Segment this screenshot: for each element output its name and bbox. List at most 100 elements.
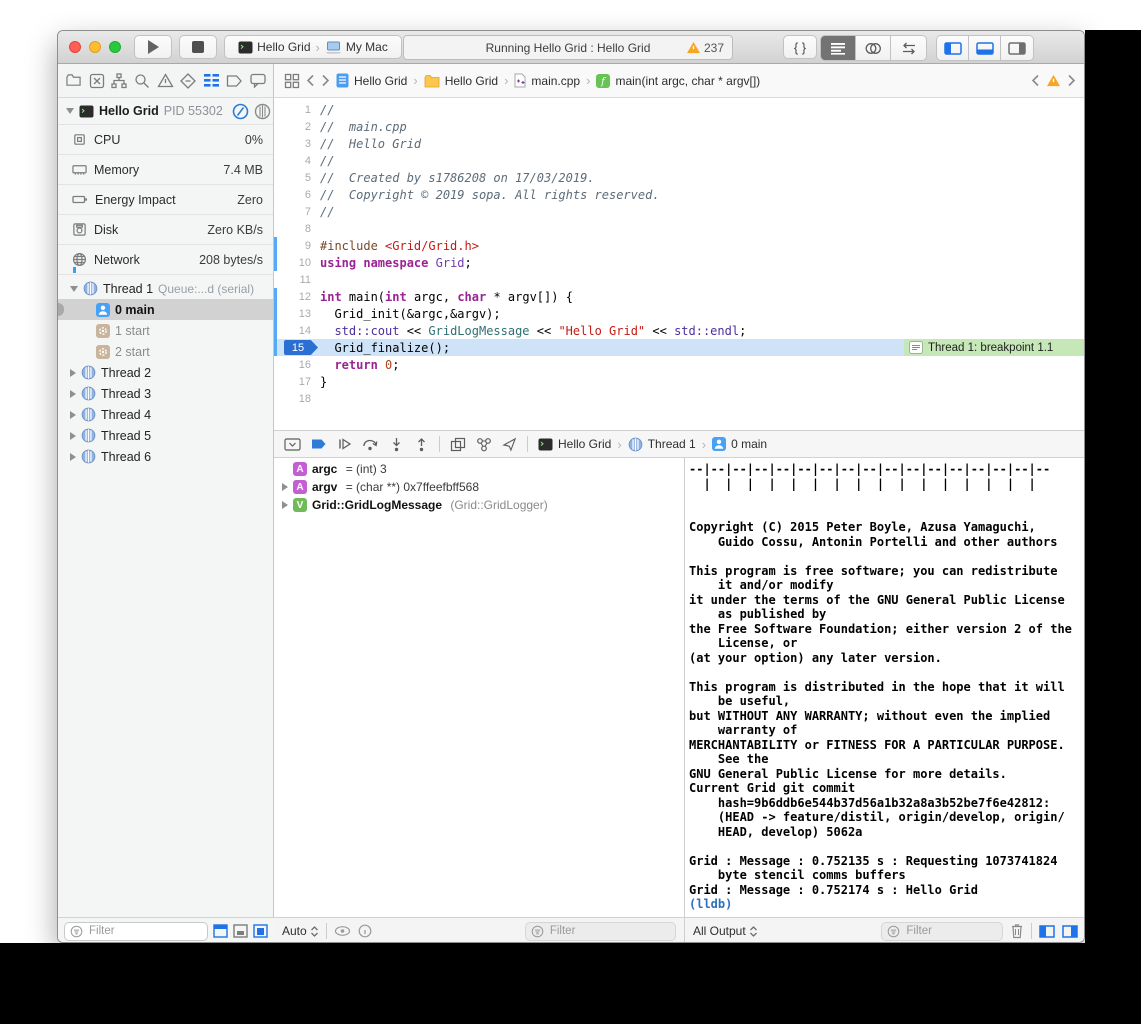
line-gutter[interactable]: 8 xyxy=(274,220,320,237)
stack-frame-row[interactable]: 1 start xyxy=(58,320,273,341)
disclosure-triangle-icon[interactable] xyxy=(66,108,74,114)
continue-icon[interactable] xyxy=(337,437,352,451)
line-number[interactable]: 14 xyxy=(299,325,311,337)
code-line[interactable]: 5// Created by s1786208 on 17/03/2019. xyxy=(274,169,1085,186)
line-gutter[interactable]: 10 xyxy=(274,254,320,271)
back-icon[interactable] xyxy=(306,74,315,87)
quick-look-icon[interactable] xyxy=(334,925,351,937)
window-close-button[interactable] xyxy=(69,41,81,53)
line-gutter[interactable]: 17 xyxy=(274,373,320,390)
line-number[interactable]: 1 xyxy=(305,104,311,116)
symbol-navigator-icon[interactable] xyxy=(111,73,127,89)
source-control-navigator-icon[interactable] xyxy=(89,73,105,89)
filter-input[interactable] xyxy=(548,924,670,938)
line-number[interactable]: 17 xyxy=(299,376,311,388)
scheme-project-label[interactable]: Hello Grid xyxy=(257,40,310,54)
related-items-icon[interactable] xyxy=(284,73,300,89)
gauge-memory[interactable]: Memory7.4 MB xyxy=(58,155,273,185)
line-number[interactable]: 16 xyxy=(299,359,311,371)
show-interesting-frames-toggle[interactable] xyxy=(253,924,268,938)
breadcrumb-item[interactable]: Hello Grid xyxy=(558,437,611,451)
breakpoints-toggle-icon[interactable] xyxy=(311,438,327,450)
disclosure-triangle-icon[interactable] xyxy=(70,390,76,398)
disclosure-triangle-icon[interactable] xyxy=(70,411,76,419)
line-number[interactable]: 6 xyxy=(305,189,311,201)
process-row[interactable]: Hello Grid PID 55302 xyxy=(58,98,273,125)
gauge-energy[interactable]: Energy ImpactZero xyxy=(58,185,273,215)
variables-filter-field[interactable] xyxy=(525,922,676,941)
print-description-icon[interactable] xyxy=(358,924,372,938)
breakpoint-annotation[interactable]: Thread 1: breakpoint 1.1 xyxy=(904,339,1085,356)
forward-icon[interactable] xyxy=(321,74,330,87)
show-running-blocks-toggle[interactable] xyxy=(213,924,228,938)
code-line[interactable]: 6// Copyright © 2019 sopa. All rights re… xyxy=(274,186,1085,203)
line-gutter[interactable]: 6 xyxy=(274,186,320,203)
standard-editor-button[interactable] xyxy=(821,36,856,60)
clear-console-icon[interactable] xyxy=(1010,923,1024,939)
code-line[interactable]: 1// xyxy=(274,101,1085,118)
code-line[interactable]: 12int main(int argc, char * argv[]) { xyxy=(274,288,1085,305)
breakpoint-navigator-icon[interactable] xyxy=(226,74,243,88)
code-line[interactable]: 18 xyxy=(274,390,1085,407)
scheme-target-label[interactable]: My Mac xyxy=(346,40,388,54)
code-line[interactable]: 3// Hello Grid xyxy=(274,135,1085,152)
console-filter-field[interactable] xyxy=(881,922,1003,941)
code-line[interactable]: 9#include <Grid/Grid.h> xyxy=(274,237,1085,254)
line-number[interactable]: 9 xyxy=(305,240,311,252)
line-number[interactable]: 13 xyxy=(299,308,311,320)
line-gutter[interactable]: 4 xyxy=(274,152,320,169)
thread-row[interactable]: Thread 3 xyxy=(58,383,273,404)
breakpoint-badge[interactable]: 15 xyxy=(284,340,318,355)
issue-warning-icon[interactable] xyxy=(1046,74,1061,87)
breadcrumb-item[interactable]: Hello Grid xyxy=(354,74,407,88)
line-gutter[interactable]: 12 xyxy=(274,288,320,305)
next-issue-icon[interactable] xyxy=(1067,74,1076,87)
window-zoom-button[interactable] xyxy=(109,41,121,53)
code-line[interactable]: 10using namespace Grid; xyxy=(274,254,1085,271)
code-line[interactable]: 11 xyxy=(274,271,1085,288)
line-number[interactable]: 4 xyxy=(305,155,311,167)
toggle-debug-area-button[interactable] xyxy=(969,36,1001,60)
disclosure-triangle-icon[interactable] xyxy=(70,369,76,377)
code-line[interactable]: 4// xyxy=(274,152,1085,169)
run-button[interactable] xyxy=(134,35,172,59)
show-variables-view-toggle[interactable] xyxy=(1039,925,1055,938)
breadcrumb-item[interactable]: 0 main xyxy=(731,437,767,451)
breadcrumb-item[interactable]: main.cpp xyxy=(531,74,580,88)
thread-row[interactable]: Thread 1Queue:...d (serial) xyxy=(58,278,273,299)
thread-row[interactable]: Thread 4 xyxy=(58,404,273,425)
line-gutter[interactable]: 11 xyxy=(274,271,320,288)
line-gutter[interactable]: 5 xyxy=(274,169,320,186)
line-gutter[interactable]: 3 xyxy=(274,135,320,152)
console-output-popup[interactable]: All Output xyxy=(693,924,758,938)
find-navigator-icon[interactable] xyxy=(134,73,150,89)
assistant-editor-button[interactable] xyxy=(856,36,891,60)
disclosure-triangle-icon[interactable] xyxy=(282,483,288,491)
line-number[interactable]: 8 xyxy=(305,223,311,235)
issue-navigator-icon[interactable] xyxy=(157,73,174,88)
previous-issue-icon[interactable] xyxy=(1031,74,1040,87)
line-number[interactable]: 7 xyxy=(305,206,311,218)
line-gutter[interactable]: 13 xyxy=(274,305,320,322)
version-editor-button[interactable] xyxy=(891,36,926,60)
variable-row[interactable]: Aargv = (char **) 0x7ffeefbff568 xyxy=(274,478,684,496)
filter-input[interactable] xyxy=(87,924,202,938)
line-gutter[interactable]: 18 xyxy=(274,390,320,407)
report-navigator-icon[interactable] xyxy=(250,73,266,88)
project-navigator-icon[interactable] xyxy=(65,73,82,88)
line-number[interactable]: 10 xyxy=(299,257,311,269)
test-navigator-icon[interactable] xyxy=(180,73,196,89)
step-out-icon[interactable] xyxy=(414,437,429,452)
warning-counter[interactable]: 237 xyxy=(686,41,724,55)
debug-navigator-icon[interactable] xyxy=(203,73,220,88)
variable-row[interactable]: Aargc = (int) 3 xyxy=(274,460,684,478)
code-line[interactable]: 15 Grid_finalize();Thread 1: breakpoint … xyxy=(274,339,1085,356)
breadcrumb-item[interactable]: Hello Grid xyxy=(445,74,498,88)
gauge-cpu[interactable]: CPU0% xyxy=(58,125,273,155)
line-gutter[interactable]: 14 xyxy=(274,322,320,339)
line-number[interactable]: 18 xyxy=(299,393,311,405)
show-console-view-toggle[interactable] xyxy=(1062,925,1078,938)
toggle-navigator-button[interactable] xyxy=(937,36,969,60)
line-number[interactable]: 2 xyxy=(305,121,311,133)
memory-graph-icon[interactable] xyxy=(476,437,492,452)
